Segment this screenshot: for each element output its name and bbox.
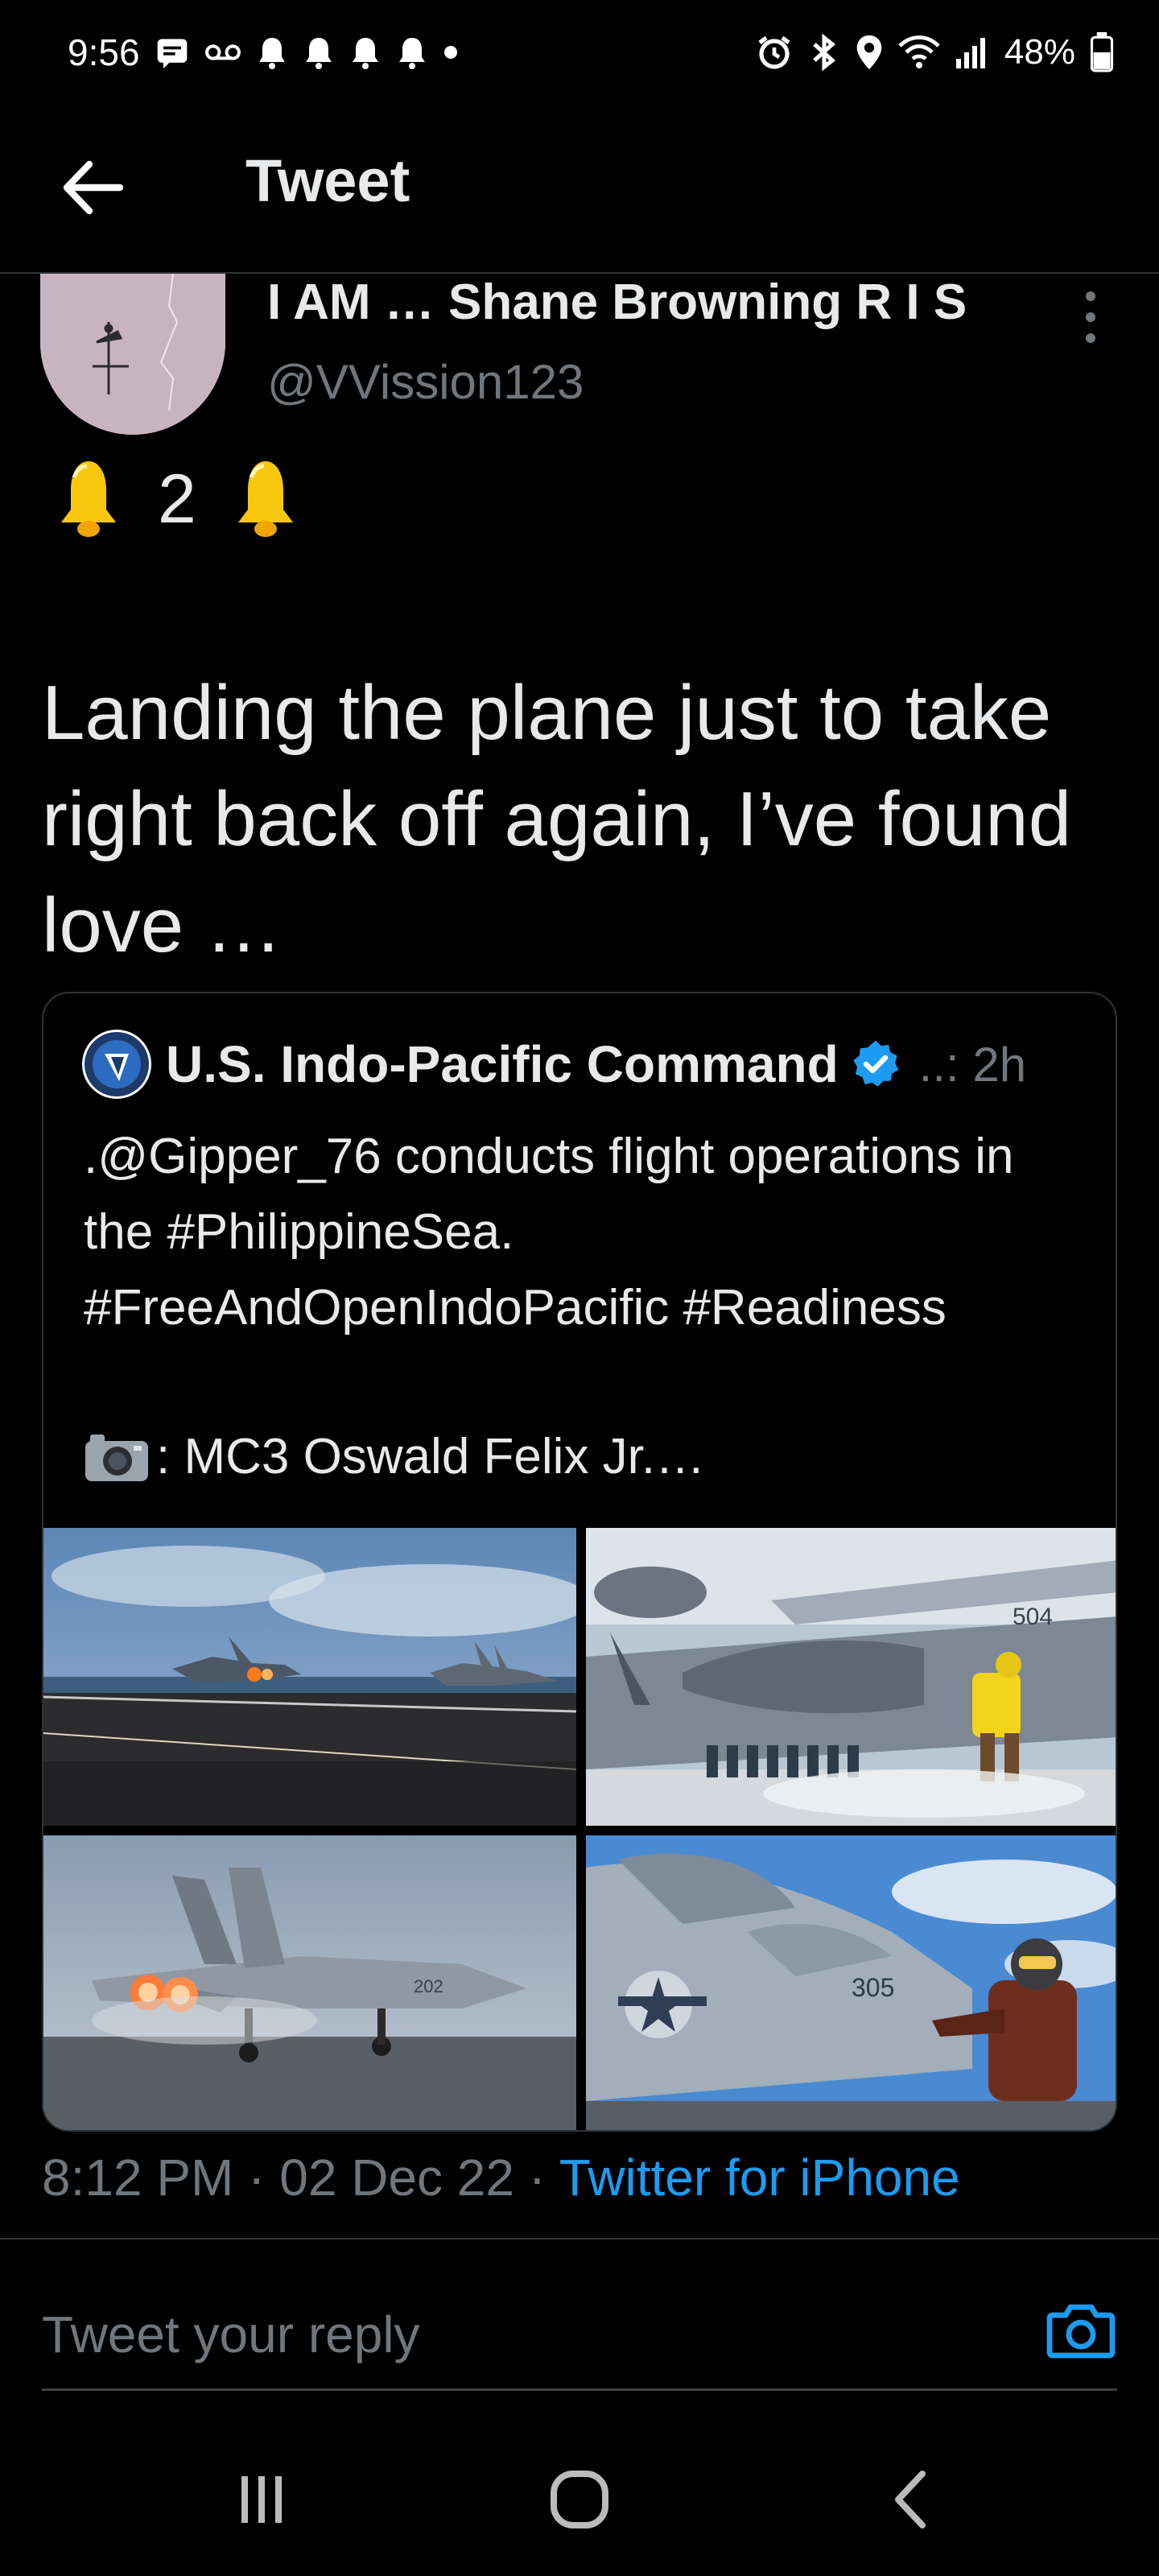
photo-credit-text: : MC3 Oswald Felix Jr.… [156,1429,706,1484]
quoted-tweet-text: .@Gipper_76 conducts flight operations i… [84,1129,1014,1335]
bell-notification-icon [256,35,288,70]
status-bar: 9:56 48% [0,0,1159,105]
photo-label: 305 [852,1973,894,2002]
system-nav-bar [0,2423,1159,2576]
more-vertical-icon [1086,312,1095,322]
home-button[interactable] [535,2455,624,2544]
battery-icon [1090,32,1114,72]
chevron-left-icon [895,2471,926,2529]
arrow-left-icon [63,160,123,215]
reply-camera-button[interactable] [1045,2294,1117,2367]
bell-notification-icon [349,35,382,70]
tweet-text: Landing the plane just to take right bac… [42,670,1072,968]
nav-back-button[interactable] [865,2455,954,2544]
bell-notification-icon [396,35,428,70]
back-button[interactable] [56,151,129,224]
author-name[interactable]: I AM … Shane Browning R I S [267,274,967,331]
tweet-photo-1[interactable] [43,1528,576,1826]
signal-icon [955,36,990,68]
status-bar-right: 48% [755,32,1114,72]
more-notifications-dot-icon [443,44,459,60]
emoji-line: 2 [48,451,306,547]
tweet-source-link[interactable]: Twitter for iPhone [559,2149,960,2207]
quoted-tweet[interactable]: U.S. Indo-Pacific Command ..: 2h .@Gippe… [42,992,1117,2132]
alarm-icon [755,33,794,72]
quoted-tweet-header: U.S. Indo-Pacific Command ..: 2h [82,1030,1088,1099]
avatar[interactable] [40,274,225,435]
tweet-photo-4[interactable]: 305 [586,1835,1116,2130]
author-handle[interactable]: @VVission123 [267,354,584,410]
more-vertical-icon [1086,333,1095,343]
camera-icon [1046,2304,1116,2359]
quoted-time: ..: 2h [918,1037,1027,1092]
voicemail-icon [204,40,241,64]
location-icon [855,34,884,71]
bell-emoji-icon [237,461,293,537]
divider [0,2238,1159,2240]
emoji-count: 2 [158,460,196,538]
photo-label: 504 [1013,1604,1053,1630]
photo-label: 202 [414,1976,443,1996]
recents-button[interactable] [217,2455,306,2544]
photo-credit: : MC3 Oswald Felix Jr.… [84,1428,705,1485]
reply-composer [42,2294,1117,2391]
tweet-photo-2[interactable]: 504 [586,1528,1116,1826]
tweet-author: I AM … Shane Browning R I S @VVission123 [0,274,1159,451]
tweet-header: Tweet [0,105,1159,274]
page-title: Tweet [245,147,410,214]
reply-input[interactable] [42,2294,992,2375]
home-icon [551,2471,608,2529]
status-bar-left: 9:56 [68,31,459,74]
quoted-avatar[interactable] [82,1030,151,1099]
bluetooth-icon [808,33,840,72]
bell-notification-icon [303,35,335,70]
tweet-meta: 8:12 PM · 02 Dec 22 · Twitter for iPhone [42,2148,960,2207]
wifi-icon [898,35,940,70]
battery-percent: 48% [1004,32,1075,72]
recents-icon [241,2476,282,2523]
message-notification-icon [155,35,190,70]
quoted-author-name[interactable]: U.S. Indo-Pacific Command [166,1034,839,1094]
photo-grid: 504 202 305 [43,1528,1116,2130]
tweet-timestamp: 8:12 PM · 02 Dec 22 · [42,2149,559,2207]
tweet-photo-3[interactable]: 202 [43,1835,576,2130]
bell-emoji-icon [61,461,116,537]
verified-badge-icon [852,1040,898,1087]
camera-icon [85,1434,148,1481]
more-options-button[interactable] [1070,285,1111,349]
more-vertical-icon [1086,291,1095,301]
status-time: 9:56 [68,31,140,73]
